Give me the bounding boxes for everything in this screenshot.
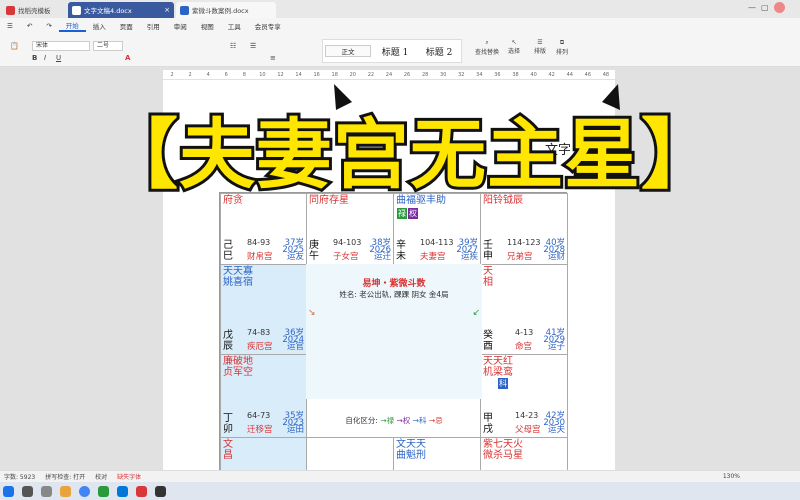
style-heading2[interactable]: 标题 2 [417,45,461,58]
palace-chou[interactable]: 文天天 曲魁刑 [393,437,481,471]
palace-shen[interactable]: 阳铃钺辰 壬申 114-123 40岁 2028 兄弟宫 运财 [480,193,568,265]
arrow-icon: ↘ [308,308,316,318]
font-color-icon[interactable]: A [125,54,130,62]
tab-ziwei-doc[interactable]: 紫微斗数案例.docx [176,2,276,18]
sihua-badges: 禄权 [397,208,418,219]
find-replace-button[interactable]: ⌕ 查找替换 [472,39,502,56]
horizontal-ruler[interactable]: 2 2 4 6 8 10 12 14 16 18 20 22 24 26 28 30 32 34 36 38 40 42 4… [163,70,615,79]
style-normal[interactable]: 正文 [325,45,371,57]
numbering-icon[interactable]: ☰ [250,42,256,50]
star-names: 廉破地 贞军空 [223,356,253,378]
status-bar: 字数: 5923 拼写检查: 打开 校对 缺失字体 130% [0,470,800,482]
font-family-select[interactable]: 宋体 [32,41,90,51]
doc-icon [72,5,81,15]
menu-insert[interactable]: 插入 [86,21,113,31]
tab-doc4[interactable]: 文字文稿4.docx × [68,2,174,18]
pointer-right [602,84,620,110]
star-names: 文天天 曲魁刑 [396,439,426,461]
sihua-legend: 自化区分: →禄 →权 →科 →忌 [345,416,443,425]
star-names: 天天寡 姚喜宿 [223,266,253,288]
italic-icon[interactable]: I [44,54,46,62]
taskbar [0,482,800,500]
taskview-icon[interactable] [41,485,52,497]
maximize-icon[interactable]: ▢ [761,3,769,12]
palace-wu[interactable]: 同府存星 庚午 94-103 38岁 2026 子女宫 运迁 [306,193,394,265]
menu-undo-icon[interactable]: ↶ [20,22,39,30]
start-icon[interactable] [3,485,14,497]
ziwei-chart: 府贪 己巳 84-93 37岁 2025 财帛宫 运友 同府存星 庚午 94-1… [219,192,568,471]
search-icon: ⌕ [485,39,489,46]
tab-label: 紫微斗数案例.docx [192,7,249,15]
chrome-icon[interactable] [79,485,90,497]
palace-zi-empty[interactable] [306,437,394,471]
palace-xu[interactable]: 天天红 机梁鸾 科 甲戌 14-23 42岁 2030 父母宫 运夫 [480,354,568,438]
star-names: 文昌 [223,439,233,461]
folder-icon[interactable] [60,485,71,497]
zoom-level[interactable]: 130% [723,473,740,480]
arrange-button[interactable]: ⧉ 排列 [552,39,572,56]
layout-icon: ☰ [537,39,543,46]
overlay-title: 【夫妻宫无主星】 [99,107,720,202]
chart-title: 易坤・紫微斗数 [362,279,426,289]
menu-home[interactable]: 开始 [58,20,86,32]
proofread[interactable]: 校对 [95,472,107,481]
spell-check[interactable]: 拼写检查: 打开 [45,472,85,481]
wps-logo-icon [6,5,15,15]
palace-wei-spouse[interactable]: 曲福驱丰助 禄权 辛未 104-113 39岁 2027 夫妻宫 运疾 [393,193,481,265]
file-menu-icon[interactable]: ☰ [0,22,20,30]
select-button[interactable]: ↖ 选择 [503,39,525,55]
style-heading1[interactable]: 标题 1 [373,45,417,58]
bold-icon[interactable]: B [32,54,37,62]
cursor-icon: ↖ [511,39,517,46]
wechat-icon[interactable] [98,485,109,497]
underline-icon[interactable]: U [56,54,61,62]
app-icon[interactable] [155,485,166,497]
word-count[interactable]: 字数: 5923 [4,472,35,481]
menu-page[interactable]: 页面 [113,21,140,31]
chart-center: 易坤・紫微斗数 姓名: 老公出轨, 踝踝 阴女 金4局 ↘ ↙ [306,264,482,399]
wps-icon[interactable] [136,485,147,497]
arrow-icon: ↙ [472,308,480,318]
palace-you-life[interactable]: 天相 癸酉 4-13 41岁 2029 命宫 运子 [480,264,568,355]
search-icon[interactable] [22,485,33,497]
tab-bar: 找稻壳模板 文字文稿4.docx × 紫微斗数案例.docx — ▢ [0,0,800,18]
palace-chen[interactable]: 天天寡 姚喜宿 戊辰 74-83 36岁 2024 疾厄宫 运官 [220,264,307,355]
menu-reference[interactable]: 引用 [140,21,167,31]
tab-label: 文字文稿4.docx [84,7,132,15]
palace-yin[interactable]: 文昌 [220,437,307,471]
star-names: 紫七天火 微杀马星 [483,439,523,461]
minimize-icon[interactable]: — [748,3,756,12]
arrange-icon: ⧉ [559,39,565,46]
pointer-left [334,84,352,110]
menu-view[interactable]: 视图 [194,21,221,31]
palace-si[interactable]: 府贪 己巳 84-93 37岁 2025 财帛宫 运友 [220,193,307,265]
close-icon[interactable]: × [164,6,170,14]
paste-icon[interactable]: 📋 [10,42,19,50]
menu-bar: ☰ ↶ ↷ 开始 插入 页面 引用 审阅 视图 工具 会员专享 [0,18,800,33]
doc-icon [180,5,189,15]
chart-info: 姓名: 老公出轨, 踝踝 阴女 金4局 [339,290,449,299]
sihua-badges: 科 [498,378,508,389]
menu-redo-icon[interactable]: ↷ [39,22,58,30]
bullets-icon[interactable]: ☷ [230,42,236,50]
palace-zi[interactable]: 紫七天火 微杀马星 [480,437,568,471]
tab-label: 找稻壳模板 [18,7,51,15]
edge-icon[interactable] [117,485,128,497]
star-names: 天相 [483,266,493,288]
menu-tools[interactable]: 工具 [221,21,248,31]
style-gallery: 正文 标题 1 标题 2 [322,39,462,63]
menu-review[interactable]: 审阅 [167,21,194,31]
font-size-select[interactable]: 二号 [93,41,123,51]
align-icon[interactable]: ≡ [270,54,276,62]
tab-templates[interactable]: 找稻壳模板 [2,2,66,18]
menu-member[interactable]: 会员专享 [248,21,288,31]
avatar[interactable] [774,2,785,13]
palace-mao[interactable]: 廉破地 贞军空 丁卯 64-73 35岁 2023 迁移宫 运田 [220,354,307,438]
star-names: 天天红 机梁鸾 [483,356,513,378]
layout-button[interactable]: ☰ 排版 [530,39,550,55]
missing-font[interactable]: 缺失字体 [117,472,141,481]
